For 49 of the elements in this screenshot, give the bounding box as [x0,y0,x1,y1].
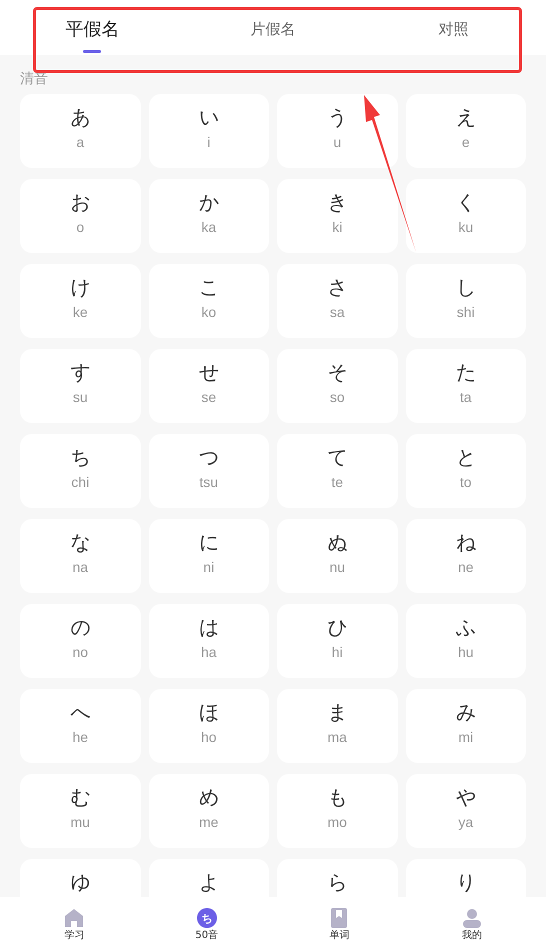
kana-card[interactable]: き ki [277,179,398,253]
kana-card[interactable]: む mu [20,774,140,848]
kana-card[interactable]: み mi [406,689,526,763]
kana-card[interactable]: ひ hi [277,604,398,678]
kana-card[interactable]: そ so [277,349,398,423]
kana-card[interactable]: く ku [406,179,526,253]
kana-card[interactable]: も mo [277,774,398,848]
kana-card[interactable]: い i [148,94,269,168]
kana-card[interactable]: つ tsu [148,434,269,508]
kana-card[interactable]: こ ko [148,264,269,338]
kana-card[interactable]: し shi [406,264,526,338]
kana-card[interactable]: お o [20,179,140,253]
kana-card[interactable]: の no [20,604,140,678]
kana-card[interactable]: さ sa [277,264,398,338]
nav-item[interactable]: 学习 [8,897,140,943]
kana-card[interactable]: は ha [148,604,269,678]
kana-badge-icon: ち [196,908,217,928]
kana-card[interactable]: や ya [406,774,526,848]
kana-card[interactable]: り [406,859,526,897]
kana-card[interactable]: ぬ nu [277,519,398,593]
tab[interactable]: 平假名 [2,0,183,55]
tab-indicator [83,50,102,53]
kana-card[interactable]: に ni [148,519,269,593]
nav-item[interactable]: ち 50音 [140,897,273,943]
kana-card[interactable]: て te [277,434,398,508]
kana-card[interactable]: う u [277,94,398,168]
kana-card[interactable]: ふ hu [406,604,526,678]
kana-card[interactable]: ら [277,859,398,897]
nav-item[interactable]: 单词 [273,897,406,943]
kana-card[interactable]: か ka [148,179,269,253]
kana-card[interactable]: け ke [20,264,140,338]
kana-card[interactable]: ゆ [20,859,140,897]
kana-card[interactable]: な na [20,519,140,593]
kana-card[interactable]: す su [20,349,140,423]
kana-card[interactable]: と to [406,434,526,508]
kana-card[interactable]: へ he [20,689,140,763]
kana-card[interactable]: あ a [20,94,140,168]
kana-card[interactable]: ち chi [20,434,140,508]
kana-card[interactable]: め me [148,774,269,848]
kana-card[interactable]: ほ ho [148,689,269,763]
tab[interactable]: 对照 [363,0,544,55]
tab[interactable]: 片假名 [182,0,364,55]
kana-card[interactable]: よ [148,859,269,897]
kana-card[interactable]: ま ma [277,689,398,763]
nav-item[interactable]: 我的 [406,897,538,943]
kana-card[interactable]: せ se [148,349,269,423]
kana-card[interactable]: た ta [406,349,526,423]
kana-card[interactable]: え e [406,94,526,168]
kana-card[interactable]: ね ne [406,519,526,593]
